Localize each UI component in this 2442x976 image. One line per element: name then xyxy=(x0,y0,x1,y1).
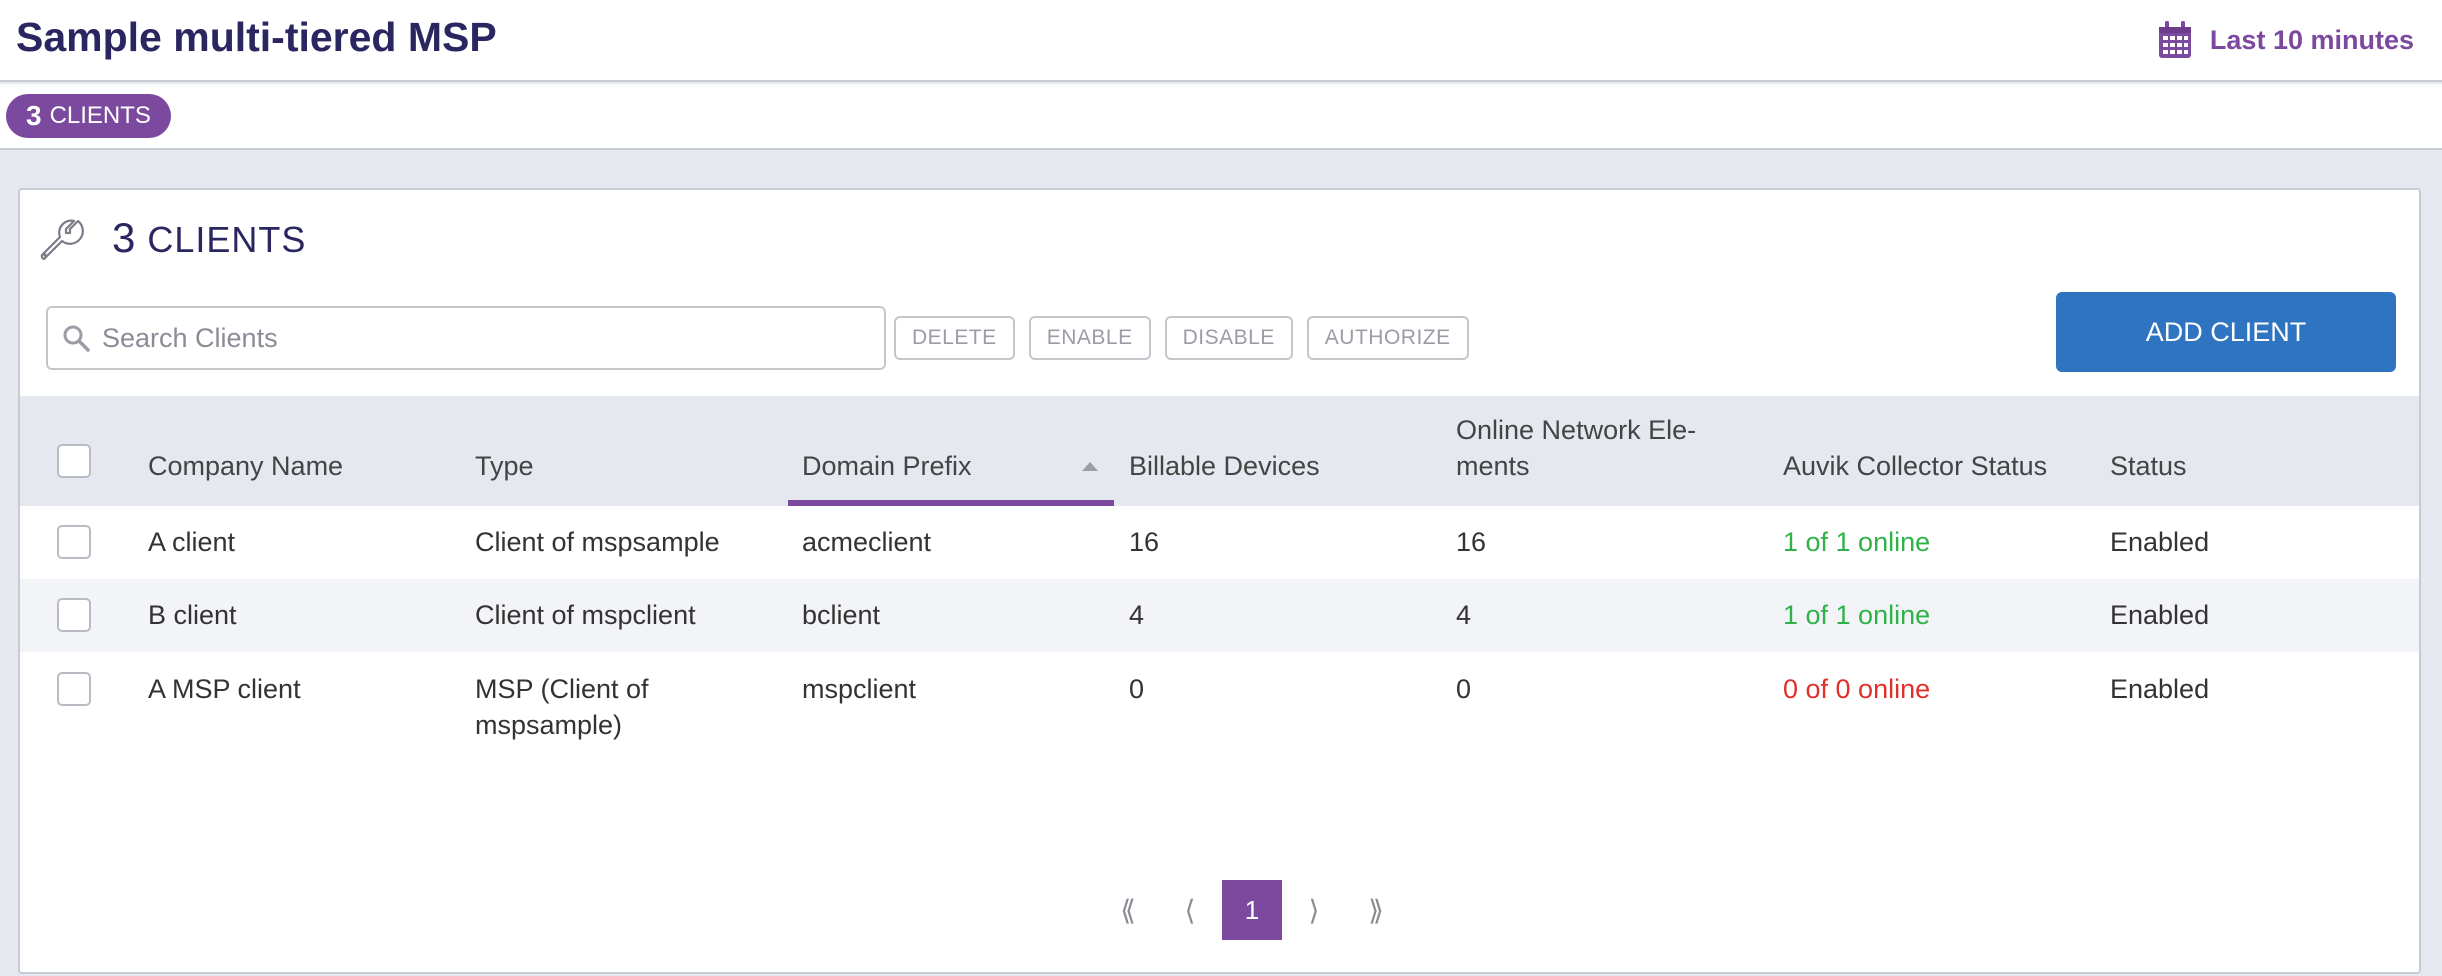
first-page-button[interactable]: ⟪ xyxy=(1098,880,1158,940)
client-type: Client of mspclient xyxy=(475,600,696,630)
enable-button[interactable]: ENABLE xyxy=(1028,316,1151,360)
client-status: Enabled xyxy=(2110,600,2210,630)
delete-button[interactable]: DELETE xyxy=(894,316,1015,360)
clients-count-badge[interactable]: 3 CLIENTS xyxy=(6,94,171,138)
sort-ascending-icon xyxy=(1082,462,1098,471)
calendar-icon xyxy=(2158,21,2191,58)
prev-page-button[interactable]: ⟨ xyxy=(1160,880,1220,940)
bulk-actions: DELETE ENABLE DISABLE AUTHORIZE xyxy=(894,316,1469,360)
collector-status: 1 of 1 online xyxy=(1783,527,1931,557)
panel-count: 3 xyxy=(112,214,136,261)
client-status: Enabled xyxy=(2110,674,2210,704)
billable-devices: 4 xyxy=(1129,600,1145,630)
search-icon xyxy=(63,325,90,352)
domain-prefix: mspclient xyxy=(802,674,917,704)
client-type-line1: MSP (Client of xyxy=(475,674,649,704)
clients-count: 3 xyxy=(26,100,42,131)
clients-table: Company Name Type Domain Prefix Billable… xyxy=(20,396,2419,762)
column-company-name[interactable]: Company Name xyxy=(148,448,343,484)
client-type: Client of mspsample xyxy=(475,527,720,557)
domain-prefix: bclient xyxy=(802,600,881,630)
clients-badge-label: CLIENTS xyxy=(49,102,151,129)
table-header: Company Name Type Domain Prefix Billable… xyxy=(20,396,2419,506)
row-checkbox[interactable] xyxy=(57,598,91,632)
authorize-button[interactable]: AUTHORIZE xyxy=(1306,316,1469,360)
online-network-elements: 0 xyxy=(1456,674,1472,704)
company-name[interactable]: A client xyxy=(148,524,235,560)
company-name[interactable]: A MSP client xyxy=(148,671,301,707)
column-billable-devices[interactable]: Billable Devices xyxy=(1129,448,1320,484)
domain-prefix: acmeclient xyxy=(802,527,932,557)
table-row[interactable]: A client Client of mspsample acmeclient … xyxy=(20,506,2419,579)
client-type: MSP (Client of mspsample) xyxy=(475,671,649,743)
search-box xyxy=(46,306,886,370)
search-input[interactable] xyxy=(102,322,862,354)
online-network-elements: 4 xyxy=(1456,600,1472,630)
column-collector-status[interactable]: Auvik Collector Status xyxy=(1783,448,2047,484)
client-status: Enabled xyxy=(2110,527,2210,557)
table-row[interactable]: B client Client of mspclient bclient 4 4… xyxy=(20,579,2419,652)
clients-panel: 3 CLIENTS DELETE ENABLE DISABLE AUTHORIZ… xyxy=(18,188,2421,974)
panel-title: 3 CLIENTS xyxy=(112,214,306,262)
column-domain-prefix[interactable]: Domain Prefix xyxy=(802,448,972,484)
collector-status: 0 of 0 online xyxy=(1783,674,1931,704)
column-online-line2: ments xyxy=(1456,451,1530,481)
table-row[interactable]: A MSP client MSP (Client of mspsample) m… xyxy=(20,652,2419,762)
sub-bar: 3 CLIENTS xyxy=(0,84,2442,150)
column-status[interactable]: Status xyxy=(2110,448,2187,484)
next-page-button[interactable]: ⟩ xyxy=(1284,880,1344,940)
column-type[interactable]: Type xyxy=(475,448,534,484)
billable-devices: 16 xyxy=(1129,527,1160,557)
column-online-network-elements[interactable]: Online Network Ele- ments xyxy=(1456,412,1696,484)
page-title: Sample multi-tiered MSP xyxy=(16,14,497,60)
company-name[interactable]: B client xyxy=(148,597,237,633)
last-page-button[interactable]: ⟫ xyxy=(1346,880,1406,940)
panel-header: 3 CLIENTS xyxy=(38,206,306,270)
client-type-line2: mspsample) xyxy=(475,710,623,740)
time-range-selector[interactable]: Last 10 minutes xyxy=(2158,20,2414,60)
select-all-checkbox[interactable] xyxy=(57,444,91,478)
column-online-line1: Online Network Ele- xyxy=(1456,415,1697,445)
billable-devices: 0 xyxy=(1129,674,1145,704)
panel-label: CLIENTS xyxy=(147,219,307,260)
row-checkbox[interactable] xyxy=(57,672,91,706)
online-network-elements: 16 xyxy=(1456,527,1487,557)
wrench-icon xyxy=(40,219,84,261)
add-client-button[interactable]: ADD CLIENT xyxy=(2056,292,2396,372)
current-page[interactable]: 1 xyxy=(1222,880,1282,940)
top-bar: Sample multi-tiered MSP Last 10 minutes xyxy=(0,0,2442,82)
time-range-label: Last 10 minutes xyxy=(2209,24,2414,55)
collector-status: 1 of 1 online xyxy=(1783,600,1931,630)
disable-button[interactable]: DISABLE xyxy=(1164,316,1293,360)
pagination: ⟪ ⟨ 1 ⟩ ⟫ xyxy=(1098,880,1408,940)
row-checkbox[interactable] xyxy=(57,525,91,559)
